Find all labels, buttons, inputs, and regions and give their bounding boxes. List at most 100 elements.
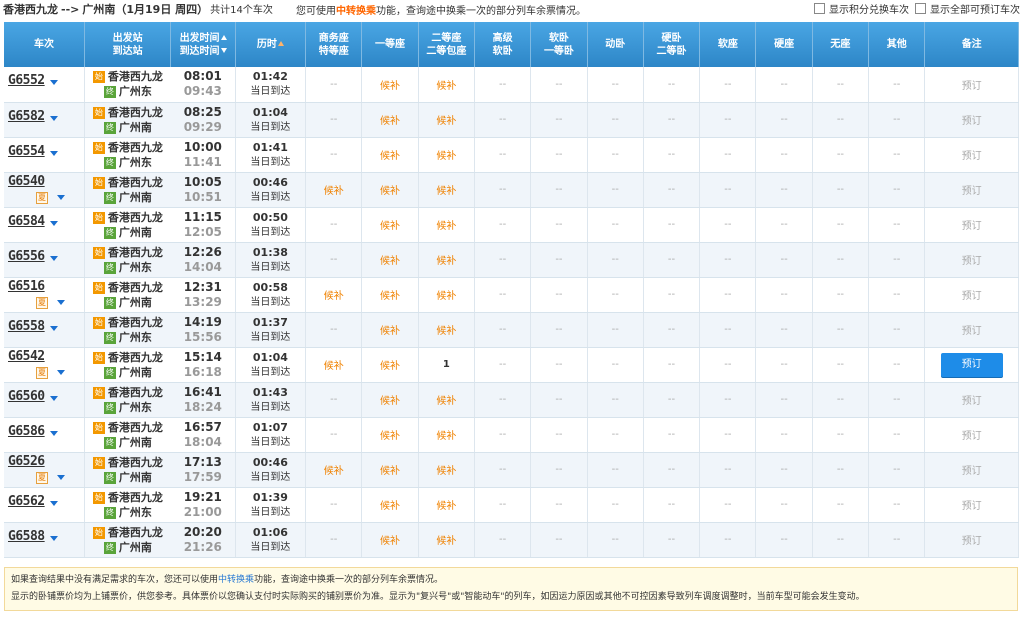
train-detail-arrow-icon[interactable] (57, 369, 65, 375)
seat-waitlist[interactable]: 候补 (324, 186, 344, 197)
seat-waitlist[interactable]: 候补 (380, 396, 400, 407)
seat-cell[interactable]: 候补 (361, 67, 419, 103)
seat-cell[interactable]: 候补 (418, 452, 476, 488)
transfer-link[interactable]: 中转换乘 (336, 6, 376, 17)
seat-cell[interactable]: 候补 (418, 487, 476, 523)
seat-cell[interactable]: 候补 (418, 207, 476, 243)
train-detail-arrow-icon[interactable] (57, 474, 65, 480)
train-number-link[interactable]: G6562 (8, 494, 45, 509)
sort-depart-time[interactable]: 出发时间 (180, 33, 220, 44)
col-duration[interactable]: 历时 (235, 22, 307, 67)
seat-cell[interactable]: 候补 (305, 347, 363, 383)
seat-waitlist[interactable]: 候补 (324, 361, 344, 372)
seat-waitlist[interactable]: 候补 (436, 256, 456, 267)
train-number-link[interactable]: G6552 (8, 73, 45, 88)
train-number-link[interactable]: G6516 (8, 279, 45, 294)
points-exchange-label[interactable]: 显示积分兑换车次 (829, 1, 909, 16)
points-exchange-checkbox[interactable] (814, 3, 825, 14)
seat-cell[interactable]: 候补 (361, 102, 419, 138)
seat-cell[interactable]: 候补 (361, 452, 419, 488)
seat-cell[interactable]: 候补 (361, 277, 419, 313)
train-detail-arrow-icon[interactable] (49, 150, 58, 156)
seat-waitlist[interactable]: 候补 (380, 466, 400, 477)
seat-cell[interactable]: 候补 (418, 382, 476, 418)
seat-waitlist[interactable]: 候补 (380, 116, 400, 127)
seat-waitlist[interactable]: 候补 (324, 466, 344, 477)
seat-waitlist[interactable]: 候补 (436, 291, 456, 302)
train-number-link[interactable]: G6556 (8, 249, 45, 264)
train-number-link[interactable]: G6526 (8, 454, 45, 469)
train-number-link[interactable]: G6554 (8, 144, 45, 159)
seat-waitlist[interactable]: 候补 (436, 396, 456, 407)
book-button[interactable]: 预订 (940, 352, 1003, 377)
seat-cell[interactable]: 候补 (418, 242, 476, 278)
seat-waitlist[interactable]: 候补 (436, 466, 456, 477)
seat-cell[interactable]: 候补 (361, 207, 419, 243)
seat-waitlist[interactable]: 候补 (380, 431, 400, 442)
seat-waitlist[interactable]: 候补 (436, 326, 456, 337)
seat-cell[interactable]: 候补 (418, 172, 476, 208)
seat-waitlist[interactable]: 候补 (380, 536, 400, 547)
seat-waitlist[interactable]: 候补 (380, 186, 400, 197)
train-number-link[interactable]: G6582 (8, 109, 45, 124)
seat-cell[interactable]: 候补 (418, 417, 476, 453)
seat-waitlist[interactable]: 候补 (380, 501, 400, 512)
seat-waitlist[interactable]: 候补 (436, 151, 456, 162)
sort-up-icon[interactable] (277, 41, 284, 46)
train-number-link[interactable]: G6586 (8, 424, 45, 439)
train-detail-arrow-icon[interactable] (49, 395, 58, 401)
train-detail-arrow-icon[interactable] (57, 194, 65, 200)
seat-waitlist[interactable]: 候补 (436, 186, 456, 197)
seat-cell[interactable]: 候补 (305, 277, 363, 313)
seat-cell[interactable]: 候补 (418, 277, 476, 313)
train-detail-arrow-icon[interactable] (49, 325, 58, 331)
seat-cell[interactable]: 候补 (361, 312, 419, 348)
train-detail-arrow-icon[interactable] (49, 535, 58, 541)
seat-cell[interactable]: 候补 (305, 172, 363, 208)
train-number-link[interactable]: G6542 (8, 349, 45, 364)
seat-cell[interactable]: 候补 (361, 137, 419, 173)
seat-cell[interactable]: 候补 (361, 347, 419, 383)
sort-up-icon[interactable] (220, 34, 227, 40)
sort-down-icon[interactable] (220, 47, 227, 53)
seat-cell[interactable]: 候补 (305, 452, 363, 488)
seat-waitlist[interactable]: 候补 (380, 256, 400, 267)
seat-cell[interactable]: 候补 (361, 172, 419, 208)
all-bookable-checkbox[interactable] (915, 3, 926, 14)
seat-cell[interactable]: 候补 (418, 67, 476, 103)
seat-cell[interactable]: 候补 (418, 102, 476, 138)
seat-waitlist[interactable]: 候补 (324, 291, 344, 302)
train-detail-arrow-icon[interactable] (57, 299, 65, 305)
seat-cell[interactable]: 候补 (361, 242, 419, 278)
seat-cell[interactable]: 候补 (361, 522, 419, 558)
seat-cell[interactable]: 候补 (418, 312, 476, 348)
seat-waitlist[interactable]: 候补 (380, 81, 400, 92)
train-number-link[interactable]: G6588 (8, 529, 45, 544)
seat-waitlist[interactable]: 候补 (436, 536, 456, 547)
seat-cell[interactable]: 1 (418, 347, 476, 383)
all-bookable-label[interactable]: 显示全部可预订车次 (930, 1, 1020, 16)
train-detail-arrow-icon[interactable] (49, 220, 58, 226)
seat-cell[interactable]: 候补 (361, 382, 419, 418)
sort-duration[interactable]: 历时 (257, 39, 277, 50)
seat-cell[interactable]: 候补 (418, 137, 476, 173)
train-detail-arrow-icon[interactable] (49, 80, 58, 85)
seat-waitlist[interactable]: 候补 (380, 221, 400, 232)
seat-waitlist[interactable]: 候补 (436, 431, 456, 442)
train-detail-arrow-icon[interactable] (49, 430, 58, 436)
train-detail-arrow-icon[interactable] (49, 255, 58, 261)
train-detail-arrow-icon[interactable] (49, 500, 58, 506)
train-number-link[interactable]: G6560 (8, 389, 45, 404)
seat-waitlist[interactable]: 候补 (380, 291, 400, 302)
seat-waitlist[interactable]: 候补 (380, 151, 400, 162)
seat-waitlist[interactable]: 候补 (436, 501, 456, 512)
seat-waitlist[interactable]: 候补 (436, 116, 456, 127)
train-number-link[interactable]: G6558 (8, 319, 45, 334)
seat-waitlist[interactable]: 候补 (380, 326, 400, 337)
seat-cell[interactable]: 候补 (361, 417, 419, 453)
seat-cell[interactable]: 候补 (361, 487, 419, 523)
seat-cell[interactable]: 候补 (418, 522, 476, 558)
seat-waitlist[interactable]: 候补 (380, 361, 400, 372)
seat-count[interactable]: 1 (443, 359, 450, 370)
notice-transfer-link[interactable]: 中转换乘 (218, 575, 254, 585)
